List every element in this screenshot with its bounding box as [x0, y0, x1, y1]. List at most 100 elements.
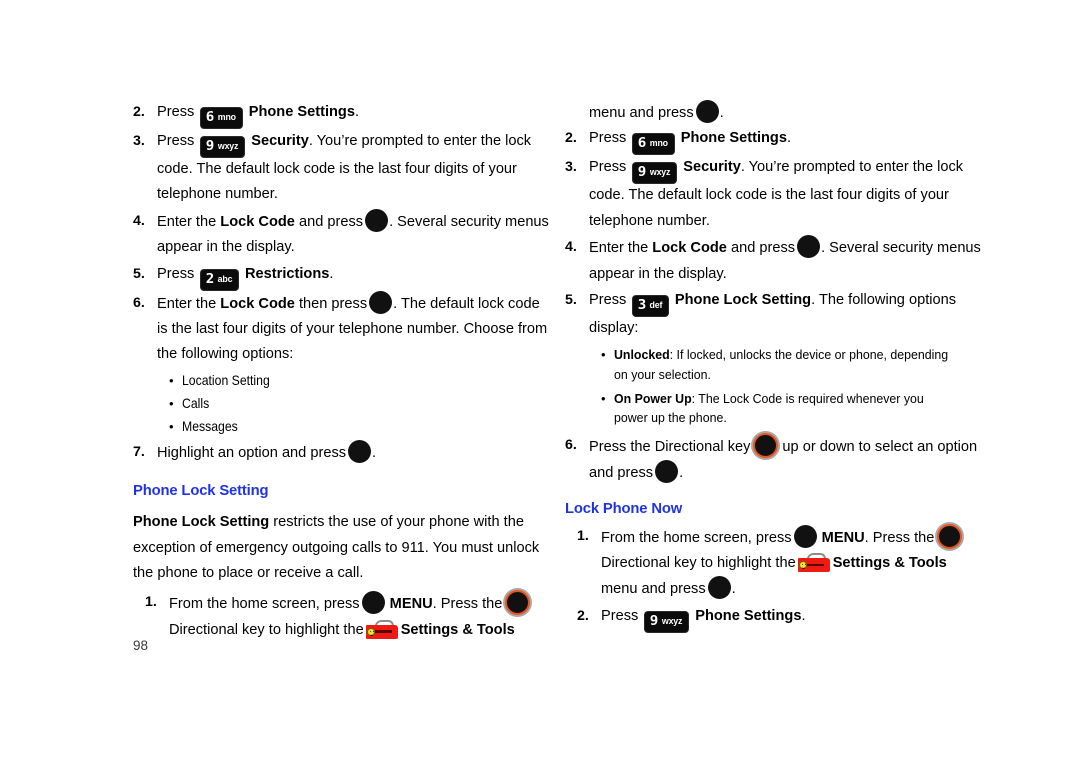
section-heading-lock-phone-now: Lock Phone Now	[565, 500, 683, 517]
step-text: Enter the Lock Code and press. Several s…	[589, 235, 985, 287]
key-digit: 9	[206, 138, 215, 154]
directional-key-icon[interactable]	[505, 590, 531, 616]
toolbox-latch	[374, 630, 392, 633]
settings-and-tools-icon	[365, 619, 398, 639]
continuation-text-after: .	[719, 105, 724, 121]
step-text-3: . Press the	[432, 596, 503, 613]
bullet-dot-icon: •	[169, 372, 174, 388]
step-text-bold: Phone Lock Setting	[674, 292, 812, 309]
ok-key-icon[interactable]	[793, 524, 817, 548]
step-text-bold: Lock Code	[652, 240, 727, 257]
step-text-1: From the home screen, press	[601, 529, 792, 546]
step-number: 5.	[133, 265, 145, 282]
directional-key-icon[interactable]	[937, 523, 963, 549]
step-number: 1.	[577, 527, 589, 544]
list-item-label: Calls	[182, 395, 210, 411]
options-bullet-list: • Location Setting • Calls • Messages	[169, 369, 553, 438]
definition-text: On Power Up: The Lock Code is required w…	[614, 389, 985, 428]
list-item: • Location Setting	[169, 369, 553, 392]
step-text-pre: Press the Directional key	[589, 438, 751, 455]
step-text-bold: Phone Settings	[248, 104, 355, 120]
list-item: • On Power Up: The Lock Code is required…	[601, 389, 985, 428]
step-number: 2.	[565, 130, 577, 147]
step-text: Highlight an option and press.	[157, 439, 553, 466]
key-digit: 6	[206, 109, 215, 125]
key-letters: wxyz	[649, 167, 671, 179]
step-text: Press 9 wxyz Security. You’re prompted to…	[589, 155, 985, 234]
step-item: 2. Press 9 wxyz Phone Settings.	[577, 604, 985, 632]
page-number: 98	[133, 638, 149, 653]
ok-key-icon[interactable]	[361, 591, 385, 615]
directional-key-icon[interactable]	[753, 432, 779, 458]
bullet-dot-icon: •	[169, 418, 174, 434]
toolbox-latch	[806, 563, 824, 567]
step-item: 5. Press 2 abc Restrictions.	[133, 262, 553, 290]
step-text-post: .	[786, 130, 792, 147]
settings-and-tools-label: Settings & Tools	[832, 555, 947, 572]
step-text: Enter the Lock Code then press. The defa…	[157, 290, 553, 368]
step-text-pre: Highlight an option and press	[157, 444, 347, 461]
key-letters: abc	[217, 273, 233, 285]
step-item: 6. Enter the Lock Code then press. The d…	[133, 290, 553, 368]
ok-key-icon[interactable]	[707, 576, 731, 600]
step-text-pre: Press	[589, 292, 627, 309]
ok-key-icon[interactable]	[348, 439, 372, 463]
step-item: 6. Press the Directional key up or down t…	[565, 432, 985, 487]
step-number: 4.	[565, 239, 577, 256]
ok-key-icon[interactable]	[369, 290, 393, 314]
step-text: Press 2 abc Restrictions.	[157, 262, 553, 290]
key-letters: wxyz	[217, 141, 239, 152]
step-text-bold: Phone Settings	[680, 130, 787, 147]
intro-bold-term: Phone Lock Setting	[133, 514, 270, 531]
continuation-line: menu and press.	[589, 100, 985, 126]
step-text-7: .	[731, 581, 736, 598]
step-number: 6.	[133, 294, 145, 311]
step-text-mid: and press	[730, 240, 796, 257]
step-text: Press the Directional key up or down to s…	[589, 432, 985, 487]
key-9-wxyz[interactable]: 9 wxyz	[201, 137, 245, 157]
definition-term: On Power Up	[614, 390, 692, 406]
settings-and-tools-label: Settings & Tools	[400, 621, 515, 638]
step-item: 4. Enter the Lock Code and press. Severa…	[133, 208, 553, 261]
step-text-pre: Press	[157, 104, 195, 120]
step-text-post: .	[679, 465, 684, 482]
step-text-mid: and press	[298, 213, 364, 230]
key-letters: def	[649, 300, 663, 312]
bullet-dot-icon: •	[169, 395, 174, 411]
key-6-mno[interactable]: 6 mno	[201, 108, 242, 128]
ok-key-icon[interactable]	[695, 100, 719, 123]
step-text-pre: Press	[589, 130, 627, 147]
key-3-def[interactable]: 3 def	[633, 296, 668, 317]
ok-key-icon[interactable]	[655, 460, 679, 484]
key-digit: 6	[638, 135, 647, 152]
step-item: 4. Enter the Lock Code and press. Severa…	[565, 235, 985, 287]
step-item: 2. Press 6 mno Phone Settings.	[565, 126, 985, 155]
step-text-bold: Security	[251, 133, 309, 149]
definition-text: Unlocked: If locked, unlocks the device …	[614, 345, 985, 384]
ok-key-icon[interactable]	[365, 208, 389, 232]
ok-key-icon[interactable]	[797, 235, 821, 259]
step-text-pre: Enter the	[157, 213, 217, 230]
step-text-pre: Enter the	[589, 240, 649, 257]
definition-bullet-list: • Unlocked: If locked, unlocks the devic…	[601, 345, 985, 427]
step-text-bold: Lock Code	[220, 213, 295, 230]
step-number: 4.	[133, 212, 145, 229]
step-text-pre: Press	[157, 265, 195, 282]
definition-term: Unlocked	[614, 347, 670, 363]
key-digit: 3	[638, 297, 647, 314]
step-text-3: . Press the	[864, 529, 935, 546]
step-item: 3. Press 9 wxyz Security. You’re prompted…	[133, 129, 553, 208]
step-text-post: .	[354, 104, 360, 120]
step-item: 2. Press 6 mno Phone Settings.	[133, 100, 553, 128]
step-number: 5.	[565, 292, 577, 309]
step-text: Press 9 wxyz Security. You’re prompted to…	[157, 129, 553, 208]
key-9-wxyz[interactable]: 9 wxyz	[645, 611, 689, 632]
right-column: menu and press. 2. Press 6 mno Phone Sett…	[565, 100, 985, 644]
key-2-abc[interactable]: 2 abc	[201, 269, 238, 290]
list-item-label: Location Setting	[182, 372, 270, 388]
step-text: From the home screen, press MENU. Press …	[601, 523, 985, 603]
step-text-1: From the home screen, press	[169, 596, 360, 613]
key-6-mno[interactable]: 6 mno	[633, 134, 674, 155]
step-text-bold: Restrictions	[245, 265, 330, 282]
key-9-wxyz[interactable]: 9 wxyz	[633, 163, 677, 184]
